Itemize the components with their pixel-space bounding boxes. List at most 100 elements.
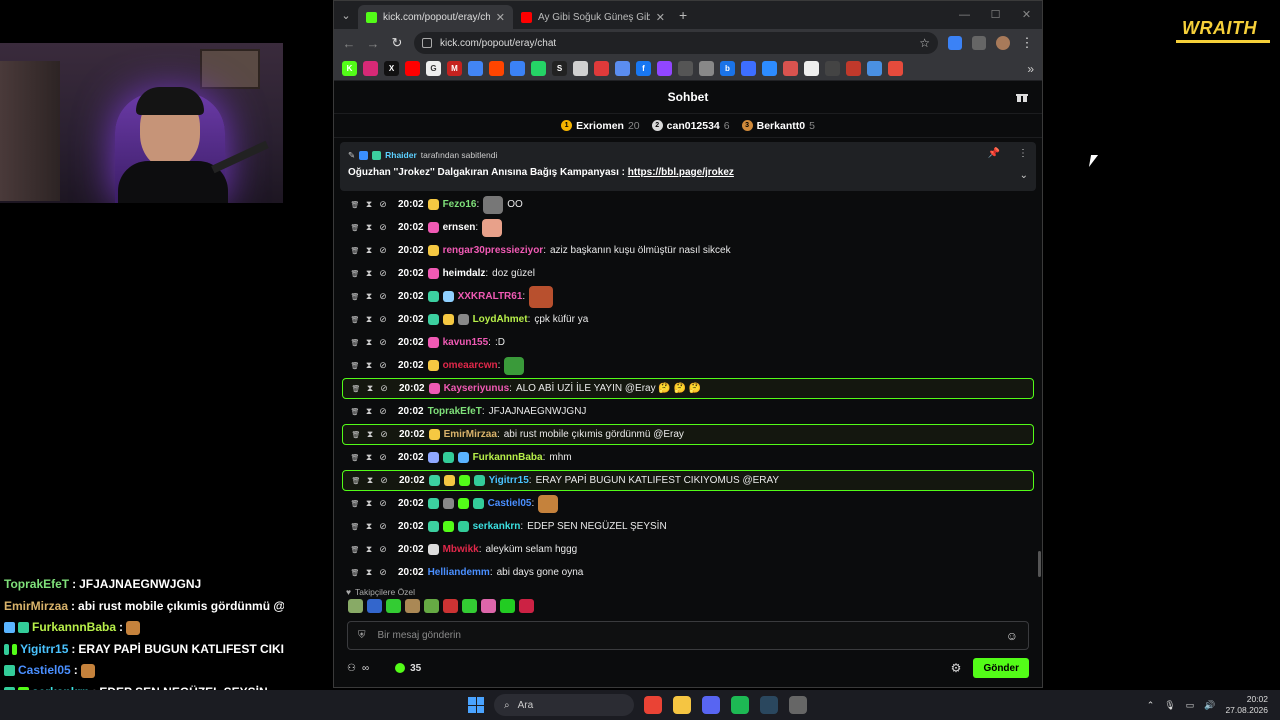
url-text[interactable]: kick.com/popout/eray/chat	[440, 38, 911, 49]
bookmark-icon[interactable]	[846, 61, 861, 76]
quick-emote[interactable]	[367, 599, 382, 613]
ban-icon[interactable]: ⊘	[378, 245, 388, 256]
clock[interactable]: 20:02 27.08.2026	[1225, 694, 1268, 716]
timeout-icon[interactable]: ⧗	[364, 291, 374, 302]
message-username[interactable]: EmirMirzaa	[444, 429, 497, 440]
settings-gear-icon[interactable]: ⚙	[951, 661, 962, 675]
site-info-icon[interactable]	[422, 38, 432, 48]
bookmark-icon[interactable]	[489, 61, 504, 76]
taskbar-app-icon[interactable]	[760, 696, 778, 714]
ban-icon[interactable]: ⊘	[378, 406, 388, 417]
bookmark-icon[interactable]	[825, 61, 840, 76]
timeout-icon[interactable]: ⧗	[364, 498, 374, 509]
extensions-puzzle-icon[interactable]	[972, 36, 986, 50]
delete-message-icon[interactable]: 🗑	[350, 293, 360, 301]
message-username[interactable]: FurkannnBaba	[473, 452, 543, 463]
bookmark-icon[interactable]	[741, 61, 756, 76]
pinned-by-user[interactable]: Rhaider	[385, 150, 417, 160]
delete-message-icon[interactable]: 🗑	[350, 454, 360, 462]
taskbar-app-icon[interactable]	[673, 696, 691, 714]
ban-icon[interactable]: ⊘	[378, 222, 388, 233]
chat-emote[interactable]	[538, 494, 559, 513]
timeout-icon[interactable]: ⧗	[364, 199, 374, 210]
message-username[interactable]: Fezo16	[443, 199, 477, 210]
message-username[interactable]: ernsen	[443, 222, 476, 233]
omnibox[interactable]: kick.com/popout/eray/chat ☆	[414, 32, 938, 54]
bookmark-icon[interactable]	[510, 61, 525, 76]
bookmark-icon[interactable]: f	[636, 61, 651, 76]
bookmark-icon[interactable]	[888, 61, 903, 76]
minimize-icon[interactable]: —	[949, 1, 980, 29]
leaderboard-entry[interactable]: 2 can012534 6	[651, 120, 730, 132]
chat-scrollbar[interactable]	[1038, 551, 1041, 577]
bookmarks-overflow-icon[interactable]: »	[1027, 62, 1034, 76]
gift-icon[interactable]	[1016, 91, 1028, 103]
chevron-down-icon[interactable]: ⌄	[1020, 170, 1028, 181]
timeout-icon[interactable]: ⧗	[364, 544, 374, 555]
timeout-icon[interactable]: ⧗	[365, 383, 375, 394]
quick-emote[interactable]	[519, 599, 534, 613]
ban-icon[interactable]: ⊘	[378, 314, 388, 325]
message-username[interactable]: kavun155	[443, 337, 489, 348]
bookmark-icon[interactable]	[405, 61, 420, 76]
delete-message-icon[interactable]: 🗑	[350, 408, 360, 416]
ban-icon[interactable]: ⊘	[378, 360, 388, 371]
channel-points[interactable]: 35	[395, 663, 421, 674]
message-username[interactable]: omeaarcwn	[443, 360, 498, 371]
quick-emote[interactable]	[481, 599, 496, 613]
microphone-icon[interactable]: 🎙	[1164, 700, 1175, 711]
delete-message-icon[interactable]: 🗑	[350, 201, 360, 209]
message-username[interactable]: ToprakEfeT	[428, 406, 482, 417]
chat-emote[interactable]	[529, 285, 554, 308]
ban-icon[interactable]: ⊘	[378, 498, 388, 509]
bookmark-icon[interactable]	[804, 61, 819, 76]
tab-close-icon[interactable]: ✕	[496, 11, 505, 24]
tab-youtube[interactable]: Ay Gibi Soğuk Güneş Gibi Sıcak ✕	[513, 5, 673, 29]
delete-message-icon[interactable]: 🗑	[351, 431, 361, 439]
bookmark-icon[interactable]	[363, 61, 378, 76]
message-username[interactable]: Castiel05	[488, 498, 532, 509]
quick-emote[interactable]	[500, 599, 515, 613]
ban-icon[interactable]: ⊘	[379, 429, 389, 440]
network-icon[interactable]: ▭	[1186, 700, 1195, 711]
ban-icon[interactable]: ⊘	[378, 452, 388, 463]
quick-emote[interactable]	[405, 599, 420, 613]
delete-message-icon[interactable]: 🗑	[350, 569, 360, 577]
quick-emote[interactable]	[386, 599, 401, 613]
bookmark-icon[interactable]	[594, 61, 609, 76]
timeout-icon[interactable]: ⧗	[365, 429, 375, 440]
delete-message-icon[interactable]: 🗑	[350, 546, 360, 554]
bookmark-icon[interactable]	[678, 61, 693, 76]
browser-menu-icon[interactable]: ⋮	[1020, 35, 1034, 51]
delete-message-icon[interactable]: 🗑	[350, 362, 360, 370]
ban-icon[interactable]: ⊘	[378, 291, 388, 302]
timeout-icon[interactable]: ⧗	[364, 360, 374, 371]
delete-message-icon[interactable]: 🗑	[350, 270, 360, 278]
timeout-icon[interactable]: ⧗	[364, 314, 374, 325]
chat-emote[interactable]	[483, 195, 504, 214]
timeout-icon[interactable]: ⧗	[364, 337, 374, 348]
tab-close-icon[interactable]: ✕	[656, 11, 665, 24]
back-icon[interactable]: ←	[342, 36, 356, 51]
quick-emote[interactable]	[424, 599, 439, 613]
quick-emote[interactable]	[462, 599, 477, 613]
message-username[interactable]: LoydAhmet	[473, 314, 528, 325]
pinned-link[interactable]: https://bbl.page/jrokez	[628, 167, 734, 178]
tab-search-icon[interactable]: ⌄	[334, 9, 358, 22]
timeout-icon[interactable]: ⧗	[364, 268, 374, 279]
bookmark-icon[interactable]: G	[426, 61, 441, 76]
send-button[interactable]: Gönder	[973, 658, 1029, 678]
taskbar-app-icon[interactable]	[789, 696, 807, 714]
tray-overflow-icon[interactable]: ⌃	[1147, 700, 1155, 711]
bookmark-icon[interactable]	[699, 61, 714, 76]
unpin-icon[interactable]: 📌	[988, 148, 1000, 159]
message-username[interactable]: XXKRALTR61	[458, 291, 523, 302]
message-username[interactable]: Mbwikk	[443, 544, 479, 555]
message-username[interactable]: rengar30pressieziyor	[443, 245, 544, 256]
extension-icon[interactable]	[948, 36, 962, 50]
ban-icon[interactable]: ⊘	[378, 268, 388, 279]
forward-icon[interactable]: →	[366, 36, 380, 51]
timeout-icon[interactable]: ⧗	[364, 222, 374, 233]
bookmark-icon[interactable]	[657, 61, 672, 76]
delete-message-icon[interactable]: 🗑	[350, 247, 360, 255]
